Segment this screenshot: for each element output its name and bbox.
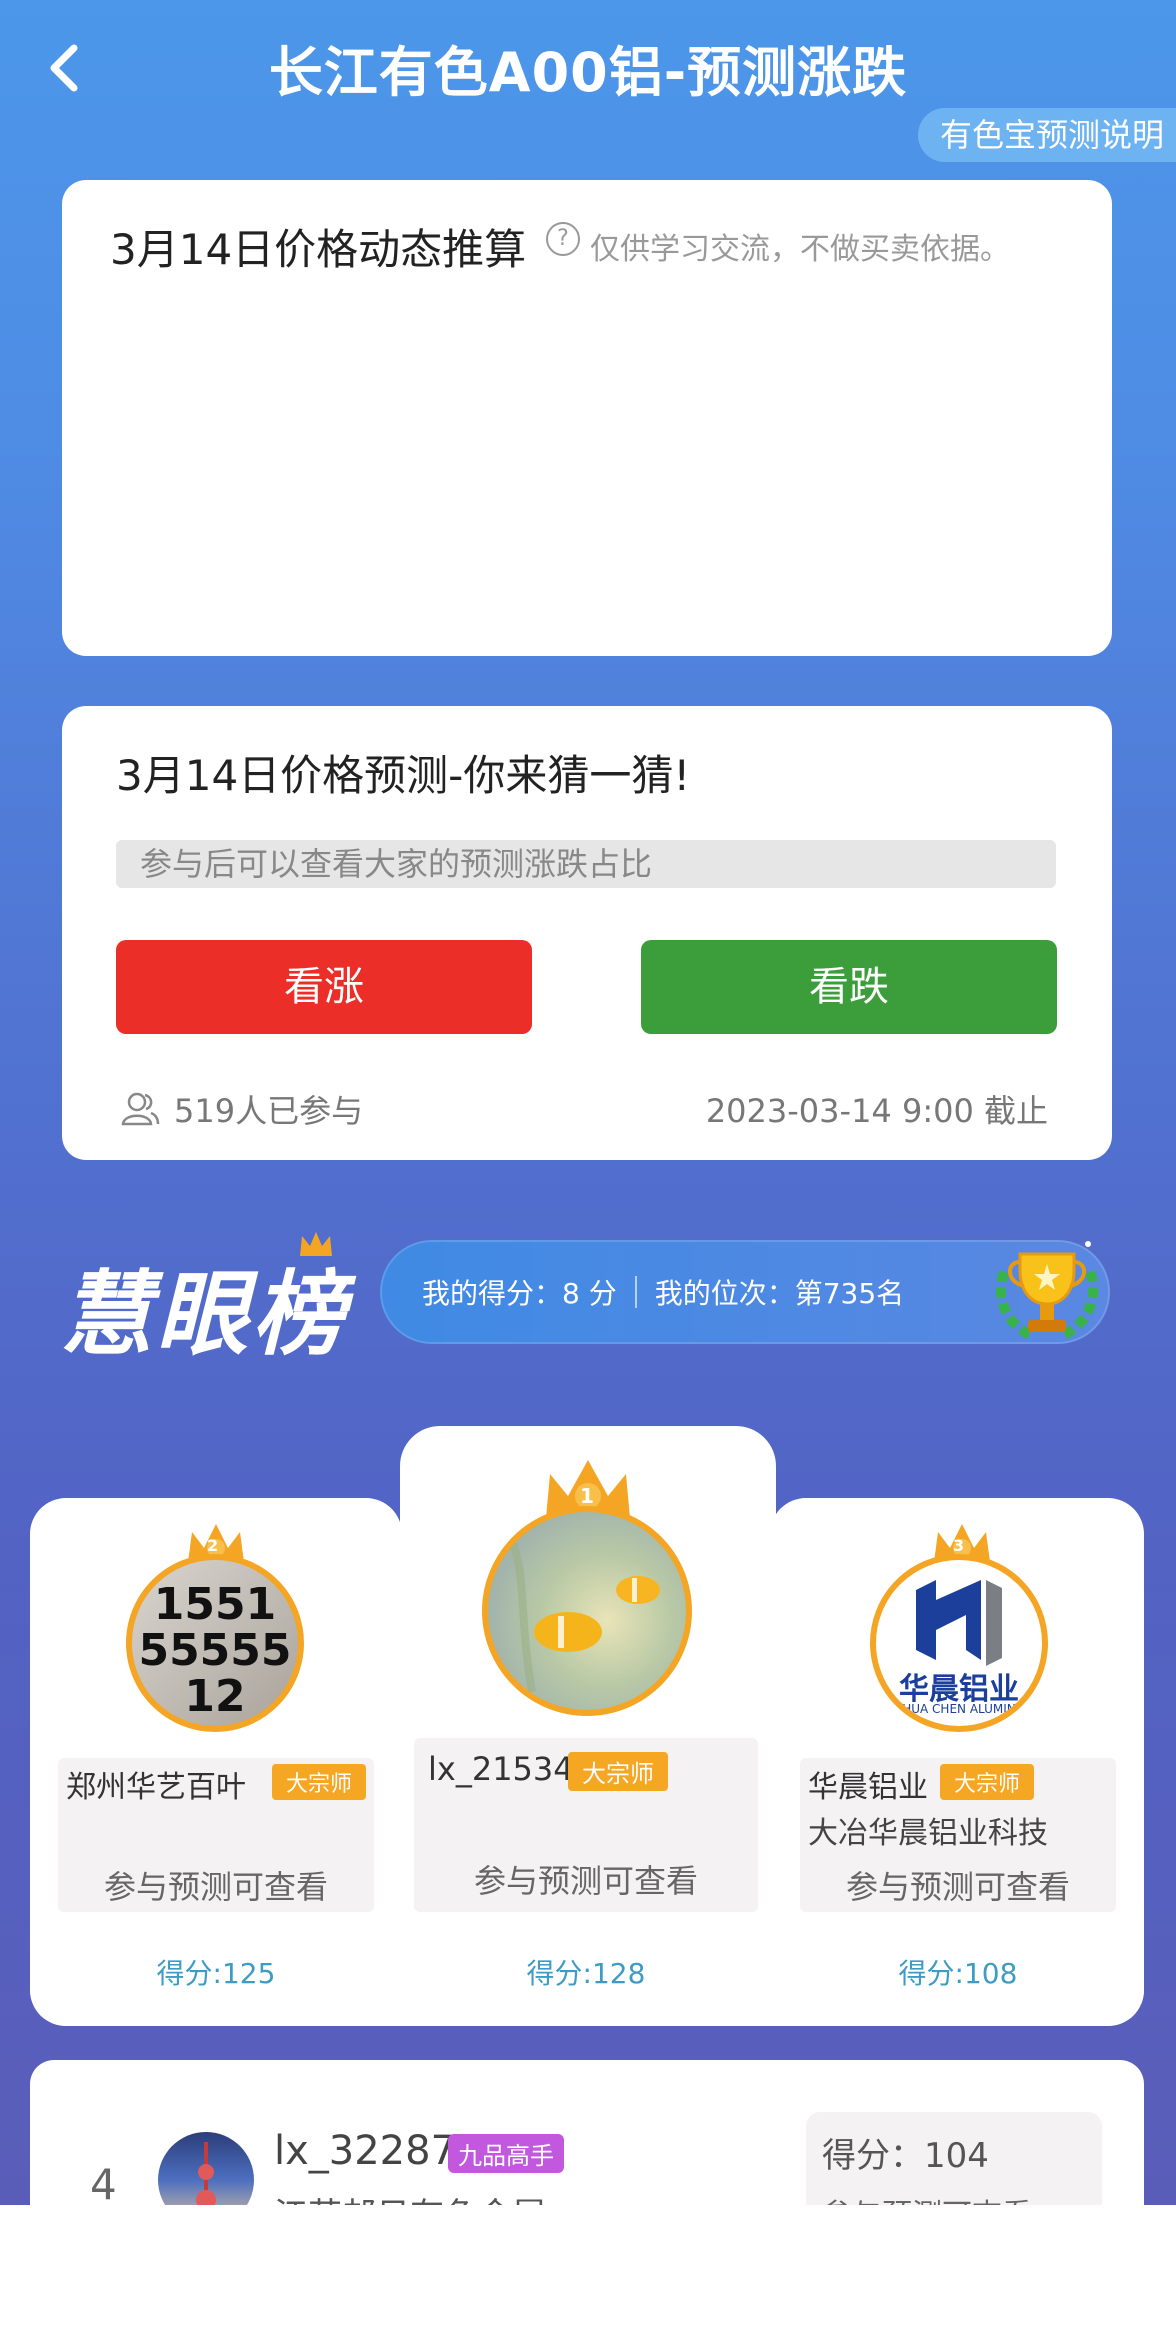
- level-badge: 大宗师: [940, 1764, 1035, 1800]
- my-rank: 我的位次：第735名: [654, 1277, 905, 1310]
- view-prediction-text: 参与预测可查看: [103, 1868, 328, 1906]
- fish-image: [504, 1530, 660, 1693]
- help-icon[interactable]: ?: [546, 222, 580, 256]
- ranking-logo: 慧眼榜: [60, 1261, 349, 1368]
- trophy-icon: [995, 1241, 1099, 1341]
- username: 华晨铝业: [808, 1770, 928, 1805]
- level-badge: 大宗师: [272, 1764, 367, 1800]
- my-score-panel: 我的得分：8 分 我的位次：第735名: [380, 1240, 1110, 1344]
- level-badge: 九品高手: [448, 2134, 564, 2173]
- divider: [634, 1276, 637, 1308]
- prediction-card-title: 3月14日价格预测-你来猜一猜!: [116, 751, 691, 800]
- avatar-line: 55555: [138, 1625, 292, 1676]
- avatar[interactable]: 华晨铝业 HUA CHEN ALUMIN: [870, 1554, 1048, 1732]
- user-score: 得分:108: [898, 1957, 1018, 1990]
- company-name: 大冶华晨铝业科技: [808, 1816, 1048, 1851]
- user-score: 得分：104: [822, 2136, 989, 2176]
- crown-icon: [300, 1232, 332, 1256]
- avatar-line: 1551: [153, 1579, 277, 1630]
- rank-1-number: 1: [580, 1484, 594, 1508]
- vote-up-button[interactable]: 看涨: [116, 940, 532, 1034]
- company-logo: [916, 1580, 1002, 1666]
- rank-3-number: 3: [953, 1536, 965, 1555]
- rank-number: 4: [90, 2160, 117, 2209]
- user-icon: [121, 1092, 160, 1126]
- rank-2-number: 2: [207, 1536, 219, 1555]
- username: 郑州华艺百叶: [66, 1770, 246, 1805]
- participant-count-text: 519人已参与: [174, 1092, 364, 1130]
- trend-card-title: 3月14日价格动态推算: [110, 225, 527, 274]
- prediction-ratio-hint: 参与后可以查看大家的预测涨跌占比: [116, 840, 1056, 888]
- vote-down-button[interactable]: 看跌: [641, 940, 1057, 1034]
- view-prediction-text: 参与预测可查看: [473, 1862, 698, 1900]
- user-score: 得分:128: [526, 1957, 646, 1990]
- price-trend-card: 3月14日价格动态推算 ? 仅供学习交流，不做买卖依据。: [62, 180, 1112, 656]
- bottom-area: [0, 2205, 1176, 2328]
- my-score: 我的得分：8 分: [422, 1277, 617, 1310]
- view-prediction-text: 参与预测可查看: [845, 1868, 1070, 1906]
- deadline-text: 2023-03-14 9:00 截止: [705, 1092, 1048, 1130]
- prediction-card: 3月14日价格预测-你来猜一猜! 参与后可以查看大家的预测涨跌占比 看涨 看跌 …: [62, 706, 1112, 1160]
- avatar[interactable]: 1551 55555 12: [126, 1554, 304, 1732]
- username: lx_21534: [428, 1750, 574, 1788]
- participant-count: 519人已参与: [120, 1086, 363, 1132]
- level-badge: 大宗师: [568, 1752, 668, 1791]
- ranking-row[interactable]: 4 lx_32287 九品高手 江苏邮日有色金属 得分：104 参与预测可查看: [30, 2060, 1144, 2236]
- prediction-explain-button[interactable]: 有色宝预测说明: [917, 108, 1176, 162]
- logo-subtext: HUA CHEN ALUMIN: [902, 1702, 1016, 1716]
- user-score: 得分:125: [156, 1957, 276, 1990]
- trend-disclaimer: 仅供学习交流，不做买卖依据。: [590, 232, 1010, 267]
- avatar[interactable]: [482, 1506, 692, 1716]
- avatar-line: 12: [184, 1671, 246, 1722]
- page-title: 长江有色A00铝-预测涨跌: [268, 41, 908, 104]
- username: lx_32287: [274, 2128, 457, 2174]
